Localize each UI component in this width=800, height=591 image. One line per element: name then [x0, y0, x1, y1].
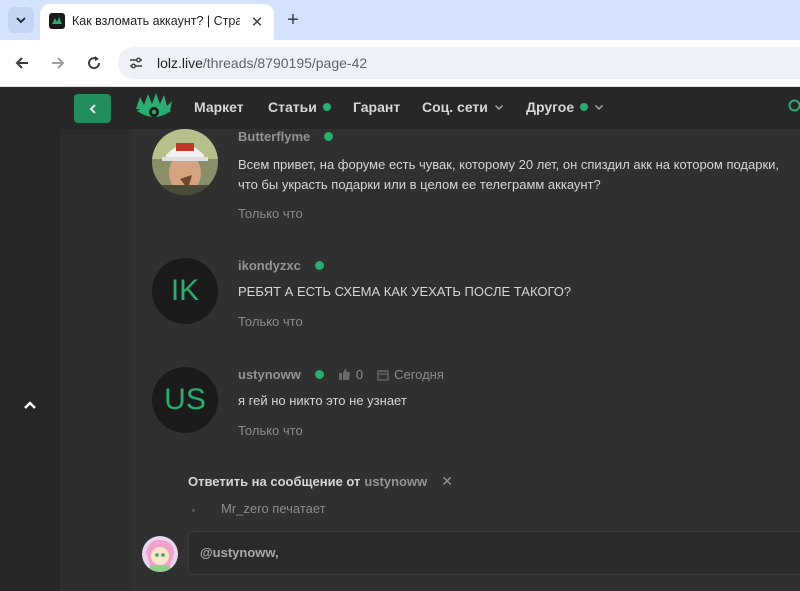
- site-settings-icon[interactable]: [126, 53, 146, 73]
- post-message: я гей но никто это не узнает: [238, 391, 407, 411]
- back-arrow-icon[interactable]: [10, 51, 34, 75]
- reply-user[interactable]: ustynoww: [364, 474, 427, 489]
- address-bar[interactable]: lolz.live/threads/8790195/page-42: [118, 47, 800, 79]
- current-user-avatar[interactable]: [142, 536, 178, 572]
- post-date-label: Сегодня: [394, 367, 444, 382]
- nav-guarantee-label: Гарант: [353, 99, 401, 115]
- post-text-line: я гей но никто это не узнает: [238, 393, 407, 408]
- site-header: Маркет Статьи Гарант Соц. сети Другое: [0, 87, 800, 129]
- chevron-down-icon: [494, 104, 503, 111]
- post-time[interactable]: Только что: [238, 206, 303, 221]
- post: IK ikondyzxc РЕБЯТ А ЕСТЬ СХЕМА КАК УЕХА…: [152, 258, 800, 358]
- chevron-up-icon: [24, 401, 36, 409]
- url-text: lolz.live/threads/8790195/page-42: [157, 55, 367, 71]
- nav-other[interactable]: Другое: [526, 99, 604, 115]
- chevron-left-icon: [89, 103, 96, 114]
- reply-editor-text: @ustynoww,: [200, 545, 279, 560]
- post-message: Всем привет, на форуме есть чувак, котор…: [238, 155, 779, 195]
- post-time[interactable]: Только что: [238, 314, 303, 329]
- typing-indicator: Mr_zero печатает: [221, 501, 326, 516]
- post-text-line: что бы украсть подарки или в целом ее те…: [238, 177, 601, 192]
- reply-prefix: Ответить на сообщение от: [188, 474, 361, 489]
- post-author-line: ustynoww 0 Сегодня: [238, 367, 444, 382]
- site-logo[interactable]: [134, 91, 174, 125]
- online-status-dot: [314, 370, 324, 379]
- nav-articles[interactable]: Статьи: [268, 99, 331, 115]
- nav-social[interactable]: Соц. сети: [422, 99, 504, 115]
- calendar-icon: [377, 369, 389, 381]
- tab-search-button[interactable]: [8, 7, 34, 33]
- new-indicator-dot: [580, 103, 589, 111]
- chevron-down-icon: [16, 17, 26, 24]
- online-status-dot: [314, 261, 324, 270]
- likes-count: 0: [355, 367, 364, 382]
- search-icon[interactable]: [788, 99, 800, 115]
- post-author[interactable]: ikondyzxc: [238, 258, 301, 273]
- post-author-line: ikondyzxc: [238, 258, 324, 273]
- forward-arrow-icon[interactable]: [46, 51, 70, 75]
- nav-market[interactable]: Маркет: [194, 99, 244, 115]
- post-text-line: Всем привет, на форуме есть чувак, котор…: [238, 157, 780, 172]
- left-rail: [60, 129, 132, 591]
- reply-editor[interactable]: @ustynoww,: [188, 531, 800, 575]
- browser-tab-strip: Как взломать аккаунт? | Стран ✕ +: [0, 0, 800, 40]
- post: US ustynoww 0 Сегодня я гей но никто это…: [152, 367, 800, 467]
- nav-market-label: Маркет: [194, 99, 244, 115]
- post-time[interactable]: Только что: [238, 423, 303, 438]
- nav-guarantee[interactable]: Гарант: [353, 99, 400, 115]
- close-tab-icon[interactable]: ✕: [248, 13, 266, 31]
- url-path: /threads/8790195/page-42: [202, 55, 368, 71]
- avatar[interactable]: US: [152, 367, 218, 433]
- url-host: lolz.live: [157, 55, 203, 71]
- sidebar-toggle-button[interactable]: [74, 94, 111, 123]
- scroll-to-top-button[interactable]: [18, 393, 42, 417]
- post-likes[interactable]: 0: [338, 367, 363, 382]
- reply-target: Ответить на сообщение от ustynoww ✕: [188, 473, 453, 490]
- online-status-dot: [324, 132, 334, 141]
- chevron-down-icon: [595, 104, 604, 111]
- post-text-line: РЕБЯТ А ЕСТЬ СХЕМА КАК УЕХАТЬ ПОСЛЕ ТАКО…: [238, 284, 572, 299]
- post-author[interactable]: ustynoww: [238, 367, 301, 382]
- post-message: РЕБЯТ А ЕСТЬ СХЕМА КАК УЕХАТЬ ПОСЛЕ ТАКО…: [238, 282, 571, 302]
- avatar[interactable]: [152, 129, 218, 195]
- post-author-line: Butterflyme: [238, 129, 334, 144]
- site-favicon-icon: [49, 13, 65, 29]
- post: Butterflyme Всем привет, на форуме есть …: [152, 129, 800, 229]
- nav-other-label: Другое: [526, 99, 575, 115]
- new-indicator-dot: [322, 103, 331, 111]
- avatar[interactable]: IK: [152, 258, 218, 324]
- typing-indicator-dot: [192, 509, 195, 512]
- reload-icon[interactable]: [82, 51, 106, 75]
- new-tab-icon[interactable]: +: [282, 9, 304, 31]
- post-date: Сегодня: [377, 367, 444, 382]
- nav-articles-label: Статьи: [268, 99, 317, 115]
- close-icon[interactable]: ✕: [441, 473, 453, 490]
- browser-tab[interactable]: Как взломать аккаунт? | Стран ✕: [40, 4, 274, 40]
- tab-title: Как взломать аккаунт? | Стран: [72, 14, 240, 28]
- post-author[interactable]: Butterflyme: [238, 129, 310, 144]
- page: Маркет Статьи Гарант Соц. сети Другое Bu…: [0, 87, 800, 591]
- nav-social-label: Соц. сети: [422, 99, 488, 115]
- browser-toolbar: lolz.live/threads/8790195/page-42: [0, 40, 800, 87]
- thumbs-up-icon: [338, 369, 350, 380]
